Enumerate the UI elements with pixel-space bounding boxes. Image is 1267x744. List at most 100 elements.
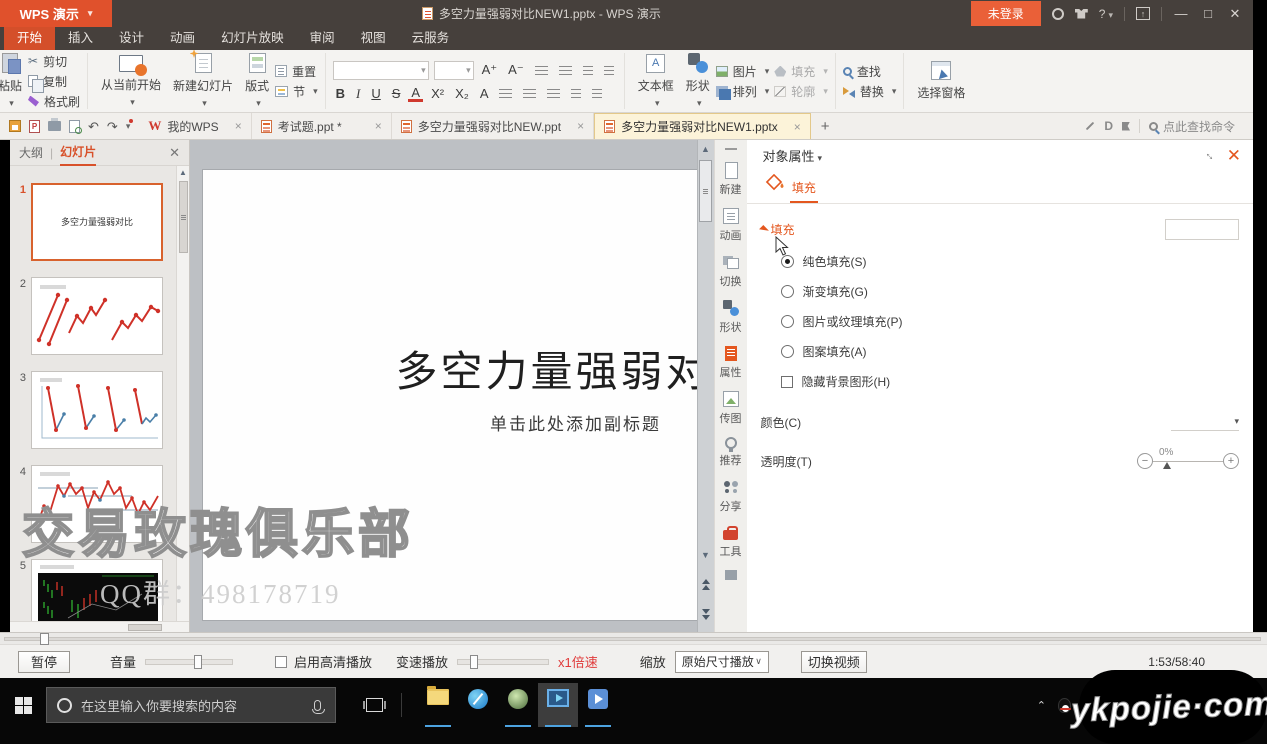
tab-insert[interactable]: 插入 — [55, 27, 106, 50]
align-left-icon[interactable] — [499, 89, 512, 90]
taskbar-app-player-active[interactable] — [538, 683, 578, 727]
canvas-scrollbar[interactable]: ▲ ▼ — [697, 140, 714, 632]
slider-handle[interactable] — [1163, 462, 1171, 469]
tab-animation[interactable]: 动画 — [157, 27, 208, 50]
customize-toolbar-icon[interactable]: ▾ — [126, 121, 131, 132]
seek-track[interactable] — [4, 637, 1261, 641]
pause-button[interactable]: 暂停 — [18, 651, 70, 673]
option-gradient-fill[interactable]: 渐变填充(G) — [781, 283, 1254, 300]
scrollbar-thumb[interactable] — [179, 181, 188, 253]
replace-button[interactable]: 替换 — [843, 83, 897, 100]
zoom-mode-select[interactable]: 原始尺寸播放 — [675, 651, 769, 673]
reset-button[interactable]: 重置 — [275, 63, 318, 80]
option-pattern-fill[interactable]: 图案填充(A) — [781, 343, 1254, 360]
save-icon[interactable] — [9, 120, 21, 132]
help-icon[interactable]: ? — [1099, 8, 1113, 20]
scroll-up-icon[interactable]: ▲ — [698, 144, 714, 154]
increase-transparency-button[interactable]: + — [1223, 453, 1239, 469]
close-tab-icon[interactable]: × — [375, 119, 382, 133]
export-pdf-icon[interactable]: P — [29, 120, 40, 133]
close-panel-icon[interactable]: ✕ — [169, 145, 180, 161]
tab-review[interactable]: 审阅 — [297, 27, 348, 50]
print-preview-icon[interactable] — [69, 120, 80, 133]
taskbar-search-box[interactable]: 在这里输入你要搜索的内容 — [46, 687, 336, 723]
fill-section-header[interactable]: 填充 — [761, 219, 1240, 240]
decrease-font-button[interactable]: A⁻ — [505, 62, 527, 78]
outline-tab[interactable]: 大纲 — [19, 144, 43, 161]
pointer-tool-icon[interactable] — [1086, 122, 1094, 130]
dock-item-partial[interactable] — [725, 570, 737, 580]
close-tab-icon[interactable]: × — [794, 120, 801, 134]
minimize-button[interactable]: — — [1173, 6, 1189, 21]
hd-checkbox[interactable] — [275, 656, 287, 668]
tab-slideshow[interactable]: 幻灯片放映 — [208, 27, 297, 50]
numbered-list-icon[interactable] — [559, 66, 572, 67]
indent-decrease-icon[interactable] — [583, 66, 593, 67]
indent-increase-icon[interactable] — [604, 66, 614, 67]
flag-icon[interactable] — [1122, 122, 1130, 131]
scrollbar-thumb[interactable] — [699, 160, 712, 222]
slide-thumbnail-1[interactable]: 1 多空力量强弱对比 — [12, 183, 173, 261]
slide-thumbnail-box[interactable] — [31, 371, 163, 449]
font-size-select[interactable] — [434, 61, 474, 80]
doc-tab-new1-active[interactable]: 多空力量强弱对比NEW1.pptx × — [594, 113, 811, 139]
doc-tab-mywps[interactable]: W 我的WPS × — [139, 113, 251, 139]
bold-button[interactable]: B — [333, 86, 348, 101]
close-panel-icon[interactable]: ✕ — [1223, 147, 1245, 164]
microphone-icon[interactable] — [314, 700, 321, 711]
bullet-list-icon[interactable] — [535, 66, 548, 67]
radio-icon[interactable] — [781, 315, 794, 328]
picture-button[interactable]: 图片 — [716, 63, 770, 80]
outline-button[interactable]: 轮廓 — [774, 83, 828, 100]
dock-item-recommend[interactable]: 推荐 — [720, 437, 742, 468]
volume-slider[interactable] — [145, 659, 233, 665]
new-slide-button[interactable]: 新建幻灯片 — [167, 53, 239, 109]
close-button[interactable]: ✕ — [1227, 6, 1243, 22]
transparency-slider[interactable]: − + 0% — [1137, 450, 1239, 472]
qq-tray-icon[interactable] — [1058, 698, 1071, 713]
superscript-button[interactable]: X² — [428, 86, 447, 101]
line-spacing-icon[interactable] — [592, 89, 602, 90]
taskbar-app-potplayer[interactable] — [578, 683, 618, 727]
slide-thumbnail-3[interactable]: 3 — [12, 371, 173, 449]
dock-item-upload-image[interactable]: 传图 — [720, 391, 742, 426]
fill-tab[interactable]: 填充 — [790, 176, 818, 203]
slide-thumbnail-box[interactable] — [31, 277, 163, 355]
sidebar-hscrollbar[interactable] — [10, 621, 189, 632]
docer-icon[interactable]: D — [1104, 119, 1113, 133]
slide-thumbnail-box[interactable]: 多空力量强弱对比 — [31, 183, 163, 261]
maximize-button[interactable]: □ — [1200, 6, 1216, 21]
font-name-select[interactable] — [333, 61, 429, 80]
close-tab-icon[interactable]: × — [577, 119, 584, 133]
print-icon[interactable] — [48, 121, 61, 131]
switch-video-button[interactable]: 切换视频 — [801, 651, 867, 673]
undo-icon[interactable]: ↶ — [88, 120, 99, 133]
dock-item-tools[interactable]: 工具 — [720, 525, 742, 559]
layout-button[interactable]: 版式 — [239, 53, 275, 109]
task-view-button[interactable] — [366, 698, 383, 712]
dock-item-share[interactable]: 分享 — [720, 479, 742, 514]
dock-item-properties[interactable]: 属性 — [720, 346, 742, 380]
collapse-dock-icon[interactable] — [725, 148, 737, 150]
slide-subtitle[interactable]: 单击此处添加副标题 — [203, 410, 697, 435]
selection-pane-button[interactable]: 选择窗格 — [911, 53, 971, 109]
italic-button[interactable]: I — [353, 86, 363, 102]
justify-icon[interactable] — [571, 89, 581, 90]
tab-design[interactable]: 设计 — [106, 27, 157, 50]
tab-view[interactable]: 视图 — [348, 27, 399, 50]
dock-item-shape[interactable]: 形状 — [720, 300, 742, 335]
redo-icon[interactable]: ↷ — [107, 120, 118, 133]
volume-handle[interactable] — [194, 655, 202, 669]
previous-slide-button[interactable] — [698, 579, 714, 590]
doc-tab-exam[interactable]: 考试题.ppt * × — [252, 113, 392, 139]
skin-icon[interactable] — [1075, 9, 1088, 19]
checkbox-icon[interactable] — [781, 376, 793, 388]
increase-font-button[interactable]: A⁺ — [479, 62, 501, 78]
seek-bar[interactable] — [0, 633, 1267, 645]
section-button[interactable]: 节 — [275, 83, 318, 100]
align-center-icon[interactable] — [523, 89, 536, 90]
decrease-transparency-button[interactable]: − — [1137, 453, 1153, 469]
highlight-button[interactable]: A — [477, 86, 492, 101]
taskbar-app-browser[interactable] — [458, 683, 498, 727]
strikethrough-button[interactable]: S — [389, 86, 404, 101]
